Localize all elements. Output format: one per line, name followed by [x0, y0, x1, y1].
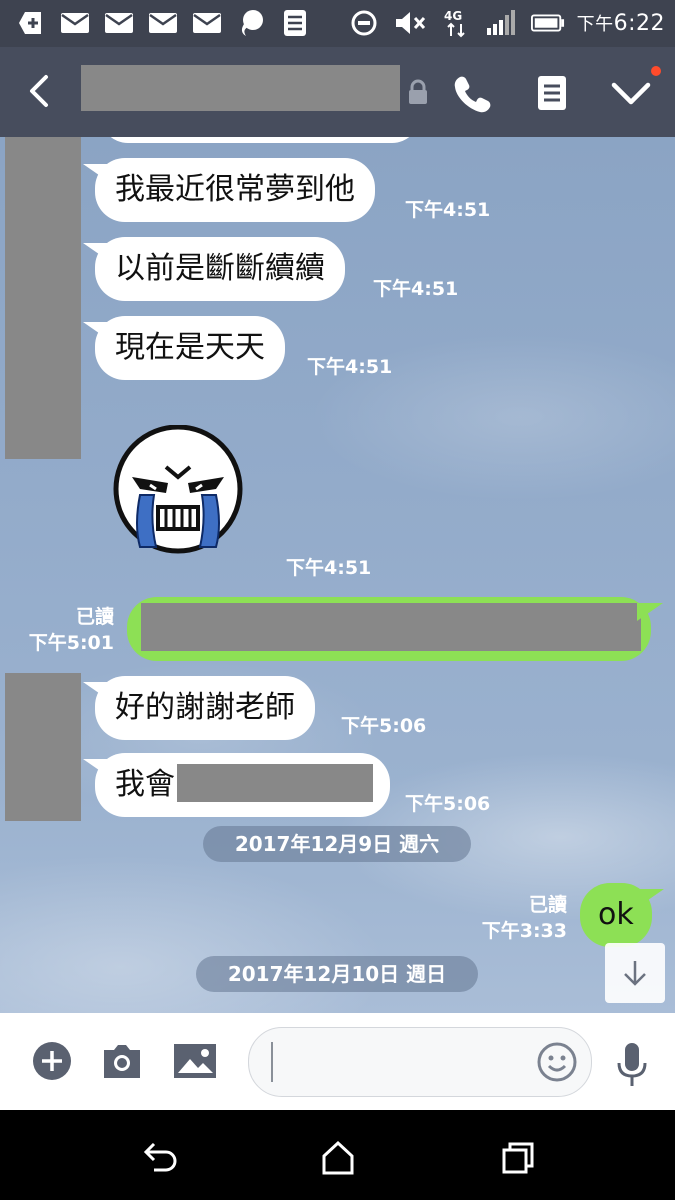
status-bar: 4G 下午6:22: [0, 0, 675, 47]
read-receipt: 已讀 下午3:33: [481, 894, 567, 942]
arrow-down-icon: [624, 961, 646, 986]
home-nav-icon[interactable]: [318, 1138, 358, 1178]
read-receipt: 已讀 下午5:01: [28, 606, 114, 654]
message-redacted: [177, 764, 373, 802]
message-bubble[interactable]: 以前是斷斷續續: [95, 237, 345, 301]
outgoing-message-bubble[interactable]: [127, 597, 651, 661]
mail-icon: [146, 8, 180, 38]
message-text: 現在是天天: [115, 330, 265, 365]
plus-icon: [14, 8, 48, 38]
recents-nav-icon[interactable]: [498, 1138, 538, 1178]
notes-icon[interactable]: [532, 73, 572, 113]
call-icon[interactable]: [452, 73, 492, 113]
message-input[interactable]: [248, 1027, 592, 1097]
crying-face-sticker[interactable]: [110, 424, 250, 555]
system-nav-bar: [0, 1110, 675, 1200]
lock-icon: [406, 79, 430, 105]
camera-icon: [104, 1045, 140, 1078]
mail-icon: [58, 8, 92, 38]
message-text: ok: [598, 897, 634, 932]
date-separator: 2017年12月9日 週六: [203, 826, 471, 862]
message-bubble[interactable]: 我最近很常夢到他: [95, 158, 375, 222]
camera-button[interactable]: [100, 1039, 144, 1083]
message-time: 下午4:51: [405, 199, 491, 221]
mail-icon: [190, 8, 224, 38]
network-4g-icon: 4G: [439, 8, 473, 38]
chat-bubble-icon: [234, 8, 268, 38]
message-text: 我最近很常夢到他: [115, 172, 355, 207]
message-text: 好的謝謝老師: [115, 690, 295, 725]
message-time: 下午4:51: [286, 557, 372, 579]
add-button[interactable]: [30, 1039, 74, 1083]
back-button[interactable]: [20, 71, 60, 111]
message-text: 我會: [115, 767, 175, 802]
message-bubble[interactable]: 好的謝謝老師: [95, 676, 315, 740]
battery-icon: [530, 8, 565, 38]
chat-header: [0, 47, 675, 137]
message-time: 下午4:51: [373, 278, 459, 300]
notification-dot: [651, 66, 661, 76]
menu-check-icon[interactable]: [608, 73, 654, 113]
do-not-disturb-icon: [347, 8, 381, 38]
input-bar: [0, 1013, 675, 1110]
message-time: 下午5:06: [341, 715, 427, 737]
mail-icon: [102, 8, 136, 38]
message-time: 下午5:06: [405, 793, 491, 815]
list-icon: [278, 8, 312, 38]
outgoing-message-bubble[interactable]: ok: [580, 883, 652, 947]
clock: 下午6:22: [576, 11, 665, 36]
scroll-to-bottom-button[interactable]: [605, 943, 665, 1003]
back-nav-icon[interactable]: [140, 1138, 180, 1178]
message-bubble[interactable]: 現在是天天: [95, 316, 285, 380]
plus-circle-icon: [33, 1042, 71, 1080]
image-button[interactable]: [173, 1039, 217, 1083]
svg-text:4G: 4G: [444, 9, 462, 23]
message-text: 以前是斷斷續續: [115, 251, 325, 286]
avatar-redacted[interactable]: [5, 673, 81, 821]
date-separator: 2017年12月10日 週日: [196, 956, 478, 992]
microphone-icon[interactable]: [612, 1041, 652, 1091]
chat-area[interactable]: 我最近很常夢到他 下午4:51 以前是斷斷續續 下午4:51 現在是天天 下午4…: [0, 137, 675, 1013]
text-caret: [271, 1042, 273, 1082]
signal-icon: [485, 8, 519, 38]
chat-title-redacted: [81, 65, 400, 111]
emoji-icon[interactable]: [537, 1042, 577, 1082]
message-time: 下午4:51: [307, 356, 393, 378]
message-redacted: [141, 603, 641, 651]
message-bubble[interactable]: 我會: [95, 753, 390, 817]
message-bubble-partial[interactable]: [100, 137, 420, 143]
avatar-redacted[interactable]: [5, 137, 81, 459]
image-icon: [174, 1044, 216, 1078]
mute-icon: [393, 8, 427, 38]
